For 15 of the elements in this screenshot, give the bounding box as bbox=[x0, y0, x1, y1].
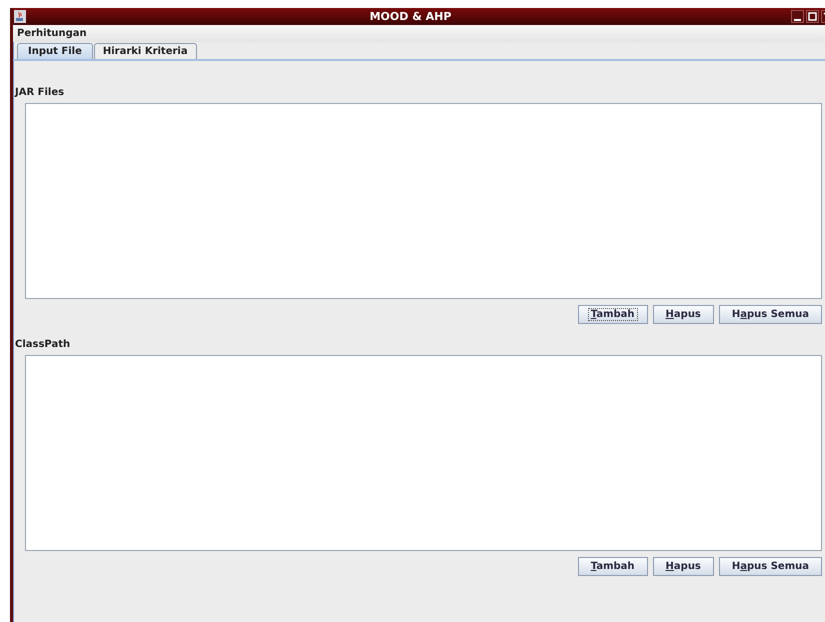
section-label: ClassPath bbox=[15, 339, 72, 352]
action-button[interactable]: Tambah bbox=[578, 557, 648, 576]
maximize-icon[interactable] bbox=[806, 10, 819, 23]
window-title: MOOD & AHP bbox=[368, 10, 452, 23]
menu-item[interactable]: Perhitungan bbox=[17, 28, 87, 39]
action-button[interactable]: Hapus Semua bbox=[718, 305, 822, 324]
action-button[interactable]: Hapus bbox=[652, 305, 714, 324]
minimize-icon[interactable] bbox=[791, 10, 804, 23]
action-button[interactable]: Tambah bbox=[578, 305, 648, 324]
action-button[interactable]: Hapus Semua bbox=[718, 557, 822, 576]
tab[interactable]: Input File bbox=[17, 43, 93, 59]
section-label: JAR Files bbox=[15, 87, 66, 100]
tab[interactable]: Hirarki Kriteria bbox=[94, 43, 197, 59]
cup-icon bbox=[14, 10, 26, 23]
action-button[interactable]: Hapus bbox=[652, 557, 714, 576]
